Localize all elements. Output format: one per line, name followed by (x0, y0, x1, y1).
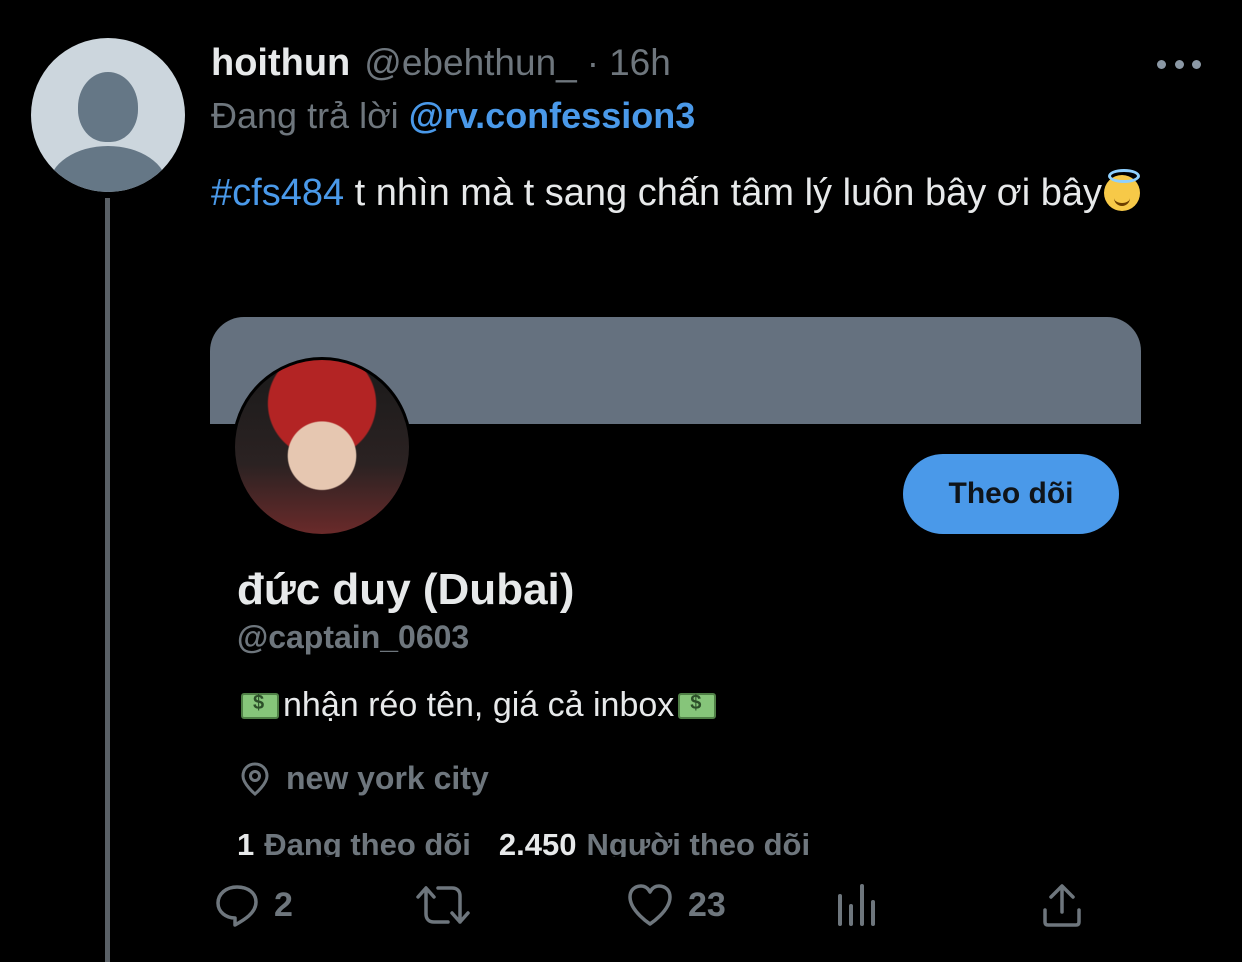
profile-display-name: đức duy (Dubai) (237, 565, 575, 614)
tweet-actions: 2 23 (214, 882, 1094, 934)
author-handle[interactable]: @ebehthun_ (364, 42, 576, 84)
profile-photo[interactable] (232, 357, 412, 537)
bio-text: nhận réo tên, giá cả inbox (283, 686, 675, 724)
replying-to-line: Đang trả lời @rv.confession3 (211, 95, 695, 137)
share-button[interactable] (1040, 882, 1084, 928)
money-bill-icon (678, 692, 717, 719)
reply-mention-link[interactable]: @rv.confession3 (409, 95, 696, 136)
thread-line (105, 198, 110, 962)
tweet-body: t nhìn mà t sang chấn tâm lý luôn bây ơi… (344, 172, 1102, 214)
retweet-button[interactable] (414, 882, 486, 928)
followers-label[interactable]: Người theo dõi (586, 827, 810, 857)
tweet-text: #cfs484 t nhìn mà t sang chấn tâm lý luô… (211, 160, 1191, 226)
analytics-icon (838, 884, 875, 926)
retweet-icon (416, 886, 470, 924)
more-options-icon[interactable] (1157, 54, 1201, 74)
profile-stats: 1 Đang theo dõi 2.450 Người theo dõi (237, 827, 838, 857)
reply-button[interactable]: 2 (214, 882, 293, 928)
smiling-face-with-halo-icon (1103, 169, 1140, 211)
profile-bio: nhận réo tên, giá cả inbox (237, 686, 720, 725)
header-separator: · (586, 42, 600, 83)
analytics-button[interactable] (834, 882, 878, 928)
reply-icon (216, 885, 258, 927)
like-count: 23 (688, 885, 726, 924)
more-dot (1192, 59, 1201, 69)
tweet-timestamp[interactable]: 16h (609, 42, 671, 84)
heart-icon (628, 884, 672, 926)
follow-button[interactable]: Theo dõi (903, 454, 1119, 534)
location-pin-icon (241, 761, 269, 796)
tweet-header: hoithun @ebehthun_ · 16h (211, 42, 671, 88)
like-button[interactable]: 23 (626, 882, 726, 928)
following-label[interactable]: Đang theo dõi (264, 827, 471, 857)
author-name[interactable]: hoithun (211, 42, 350, 85)
share-icon (1043, 884, 1081, 927)
more-dot (1174, 59, 1184, 69)
profile-handle: @captain_0603 (237, 619, 470, 655)
reply-count: 2 (274, 885, 293, 924)
avatar-body-shape (49, 146, 167, 192)
profile-card[interactable]: Theo dõi đức duy (Dubai) @captain_0603 n… (210, 317, 1141, 857)
avatar-head-shape (78, 72, 138, 142)
author-avatar[interactable] (31, 38, 185, 192)
reply-prefix: Đang trả lời (211, 95, 399, 136)
money-bill-icon (241, 692, 279, 719)
hashtag-link[interactable]: #cfs484 (211, 172, 344, 214)
following-count[interactable]: 1 (237, 827, 254, 857)
location-text: new york city (286, 760, 489, 796)
profile-location: new york city (240, 760, 489, 797)
more-dot (1157, 59, 1166, 69)
followers-count[interactable]: 2.450 (499, 827, 577, 857)
